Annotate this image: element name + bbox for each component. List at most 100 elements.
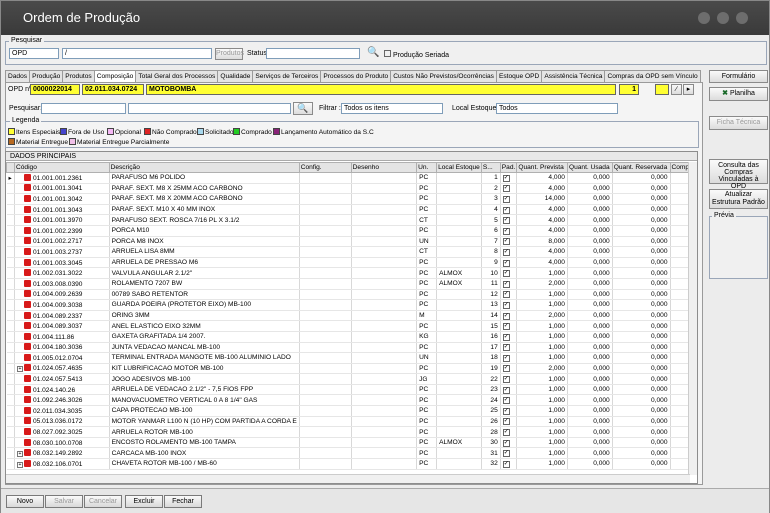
table-row[interactable]: +01.024.057.4635 KIT LUBRIFICACAO MOTOR M…: [6, 363, 697, 375]
tab-qualidade[interactable]: Qualidade: [217, 70, 254, 82]
pad-checkbox[interactable]: ✓: [502, 291, 510, 299]
table-row[interactable]: 01.092.246.3026 MANOVACUOMETRO VERTICAL 0…: [6, 394, 697, 407]
tab-dados[interactable]: Dados: [5, 70, 31, 82]
close-button[interactable]: [736, 12, 748, 24]
table-row[interactable]: 01.001.003.2737 ARRUELA LISA 8MM CT 8 ✓ 4,000…: [6, 246, 697, 258]
table-row[interactable]: 01.024.057.5413 JOGO ADESIVOS MB-100 JG 22 ✓…: [6, 373, 697, 385]
tab-custos[interactable]: Custos Não Previstos/Ocorrências: [390, 70, 497, 82]
table-row[interactable]: 01.004.089.2337 ORING 3MM M 14 ✓ 2,000 0,000 0,…: [6, 310, 697, 322]
table-row[interactable]: 01.004.009.2639 00789 SABO RETENTOR PC 12 ✓ 1…: [6, 289, 697, 301]
pad-checkbox[interactable]: ✓: [502, 344, 510, 352]
col-config[interactable]: Config.: [298, 162, 352, 173]
tab-producao[interactable]: Produção: [29, 70, 64, 82]
table-row[interactable]: 01.003.008.0390 ROLAMENTO 7207 BW PC ALMOX 1…: [6, 278, 697, 290]
pad-checkbox[interactable]: ✓: [502, 386, 510, 394]
tab-total-geral[interactable]: Total Geral dos Processos: [135, 70, 219, 82]
col-quant-usada[interactable]: Quant. Usada: [566, 162, 613, 173]
document-number-input[interactable]: /: [62, 48, 212, 59]
pad-checkbox[interactable]: ✓: [502, 323, 510, 331]
table-row[interactable]: 01.001.001.3042 PARAF. SEXT. M8 X 20MM AC…: [6, 193, 697, 205]
col-codigo[interactable]: Código: [13, 162, 110, 173]
table-row[interactable]: 01.001.002.2399 PORCA M10 PC 6 ✓ 4,000 0,000 0,…: [6, 225, 697, 237]
table-row[interactable]: 01.024.140.26 ARRUELA DE VEDACAO 2.1/2" -…: [6, 384, 697, 396]
table-row[interactable]: 01.004.089.3037 ANEL ELASTICO EIXO 32MM PC…: [6, 320, 697, 332]
search-button[interactable]: 🔍: [293, 102, 313, 115]
fechar-button[interactable]: Fechar: [164, 495, 202, 508]
col-pad[interactable]: Pad.: [499, 162, 518, 173]
novo-button[interactable]: Novo: [6, 495, 44, 508]
maximize-button[interactable]: [717, 12, 729, 24]
table-row[interactable]: 01.001.002.2717 PORCA M8 INOX UN 7 ✓ 8,000 0,0…: [6, 236, 697, 248]
col-local-estoque[interactable]: Local Estoque: [436, 162, 482, 173]
table-row[interactable]: 01.002.031.3022 VALVULA ANGULAR 2.1/2" PC A…: [6, 267, 697, 279]
cancelar-button[interactable]: Cancelar: [84, 495, 122, 508]
table-row[interactable]: 08.030.100.0708 ENCOSTO ROLAMENTO MB-100 …: [6, 437, 697, 449]
document-type-select[interactable]: OPD: [9, 48, 59, 59]
pad-checkbox[interactable]: ✓: [502, 217, 510, 225]
table-row[interactable]: 08.027.092.3025 ARRUELA ROTOR MB-100 PC 28 ✓…: [6, 426, 697, 438]
col-quant-prevista[interactable]: Quant. Prevista: [516, 162, 568, 173]
pad-checkbox[interactable]: ✓: [502, 206, 510, 214]
pad-checkbox[interactable]: ✓: [502, 174, 510, 182]
tab-estoque-opd[interactable]: Estoque OPD: [495, 70, 543, 82]
pad-checkbox[interactable]: ✓: [502, 333, 510, 341]
pad-checkbox[interactable]: ✓: [502, 280, 510, 288]
filtrar-select[interactable]: Todos os itens: [341, 103, 443, 114]
consulta-compras-button[interactable]: Consulta das Compras Vinculadas à OPD: [709, 159, 768, 190]
pad-checkbox[interactable]: ✓: [502, 450, 510, 458]
grid-vertical-scrollbar[interactable]: [688, 162, 697, 475]
table-row[interactable]: 05.013.036.0172 MOTOR YANMAR L100 N (10 H…: [6, 416, 697, 428]
status-select[interactable]: [266, 48, 360, 59]
tab-produtos[interactable]: Produtos: [62, 70, 95, 82]
minimize-button[interactable]: [698, 12, 710, 24]
pad-checkbox[interactable]: ✓: [502, 185, 510, 193]
col-descricao[interactable]: Descrição: [108, 162, 300, 173]
col-desenho[interactable]: Desenho: [350, 162, 418, 173]
pad-checkbox[interactable]: ✓: [502, 376, 510, 384]
tab-servicos-terceiros[interactable]: Serviços de Terceiros: [252, 70, 322, 82]
expand-icon[interactable]: +: [16, 366, 23, 373]
excluir-button[interactable]: Excluir: [125, 495, 163, 508]
pad-checkbox[interactable]: ✓: [502, 195, 510, 203]
table-row[interactable]: 01.001.001.3043 PARAF. SEXT. M10 X 40 MM …: [6, 204, 697, 216]
pad-checkbox[interactable]: ✓: [502, 354, 510, 362]
table-row[interactable]: 01.001.001.3970 PARAFUSO SEXT. ROSCA 7/16…: [6, 214, 697, 226]
table-row[interactable]: ▸ 01.001.001.2361 PARAFUSO M6 POLIDO PC 1 ✓ 4,…: [6, 172, 697, 184]
tab-compras[interactable]: Compras da OPD sem Vínculo: [604, 70, 701, 82]
table-row[interactable]: +08.032.106.0701 CHAVETA ROTOR MB-100 / M…: [6, 458, 697, 470]
table-row[interactable]: 02.011.034.3035 CAPA PROTECAO MB-100 PC 25 ✓…: [6, 405, 697, 417]
pesquisar-field-select[interactable]: [41, 103, 126, 114]
table-row[interactable]: 01.004.180.3036 JUNTA VEDACAO MANCAL MB-1…: [6, 342, 697, 354]
pad-checkbox[interactable]: ✓: [502, 418, 510, 426]
expand-icon[interactable]: +: [16, 451, 23, 458]
table-row[interactable]: 01.001.001.3041 PARAF. SEXT. M8 X 25MM AC…: [6, 183, 697, 195]
tab-processos-produto[interactable]: Processos do Produto: [320, 70, 392, 82]
col-un[interactable]: Un.: [416, 162, 438, 173]
pad-checkbox[interactable]: ✓: [502, 365, 510, 373]
table-row[interactable]: 01.004.111.86 GAXETA GRAFITADA 1/4 2007. K…: [6, 331, 697, 343]
pad-checkbox[interactable]: ✓: [502, 238, 510, 246]
col-seq[interactable]: S...: [480, 162, 501, 173]
pad-checkbox[interactable]: ✓: [502, 460, 510, 468]
expand-icon[interactable]: +: [16, 461, 23, 468]
pad-checkbox[interactable]: ✓: [502, 227, 510, 235]
table-row[interactable]: 01.005.012.0704 TERMINAL ENTRADA MANGOTE …: [6, 352, 697, 364]
table-row[interactable]: 01.004.009.3038 GUARDA POEIRA (PROTETOR E…: [6, 299, 697, 311]
grid-horizontal-scrollbar[interactable]: [6, 474, 690, 483]
play-icon[interactable]: ▸: [683, 84, 694, 95]
produtos-button[interactable]: Produtos: [215, 48, 244, 60]
tab-assistencia[interactable]: Assistência Técnica: [541, 70, 606, 82]
producao-seriada-checkbox[interactable]: Produção Seriada: [384, 50, 449, 59]
formulario-button[interactable]: Formulário: [709, 70, 768, 83]
planilha-button[interactable]: ✖ Planilha: [709, 87, 768, 101]
pad-checkbox[interactable]: ✓: [502, 312, 510, 320]
pad-checkbox[interactable]: ✓: [502, 439, 510, 447]
pad-checkbox[interactable]: ✓: [502, 301, 510, 309]
pad-checkbox[interactable]: ✓: [502, 429, 510, 437]
pesquisar-input[interactable]: [128, 103, 291, 114]
pad-checkbox[interactable]: ✓: [502, 397, 510, 405]
col-quant-reservada[interactable]: Quant. Reservada: [611, 162, 671, 173]
pad-checkbox[interactable]: ✓: [502, 407, 510, 415]
search-icon[interactable]: 🔍: [367, 47, 379, 58]
pad-checkbox[interactable]: ✓: [502, 270, 510, 278]
